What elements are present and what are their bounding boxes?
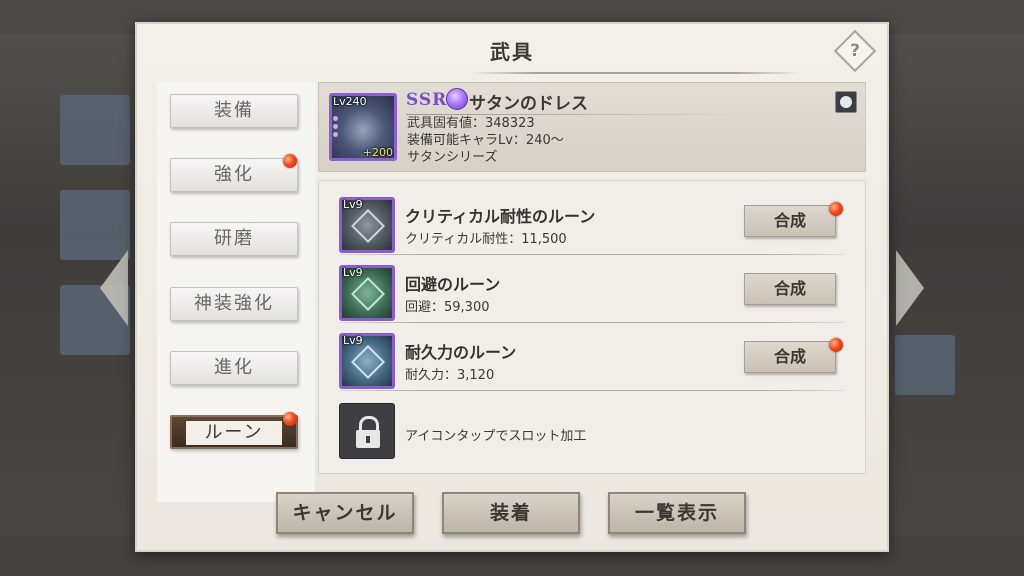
tab-polish[interactable]: 研磨 (170, 222, 298, 256)
equip-button[interactable]: 装着 (442, 492, 580, 534)
rune-icon[interactable]: Lv9 (339, 333, 395, 389)
rune-gem-icon (351, 345, 385, 379)
dialog-title: 武具 (490, 40, 534, 64)
notification-badge (829, 338, 843, 352)
title-underline (470, 72, 800, 74)
list-item: Lv9 回避のルーン 回避：59,300 合成 (319, 255, 867, 323)
element-orb-icon (446, 88, 468, 110)
row-divider (339, 390, 844, 391)
background-card (895, 335, 955, 395)
weapon-level: Lv240 (333, 95, 367, 108)
side-tab-panel: 装備 強化 研磨 神装強化 進化 ルーン (157, 82, 315, 502)
combine-button[interactable]: 合成 (744, 273, 836, 305)
tab-divine-enhance[interactable]: 神装強化 (170, 287, 298, 321)
rune-stat: 耐久力：3,120 (405, 368, 495, 383)
rarity-label: SSR (406, 90, 448, 110)
locked-slot-text: アイコンタップでスロット加工 (405, 429, 587, 444)
weapon-icon[interactable]: Lv240 +200 (329, 93, 397, 161)
slot-dots-icon (333, 116, 339, 140)
rune-list-panel: Lv9 クリティカル耐性のルーン クリティカル耐性：11,500 合成 Lv9 … (318, 180, 866, 474)
rune-level: Lv9 (343, 198, 363, 211)
notification-badge (283, 154, 297, 168)
weapon-series: サタンシリーズ (407, 150, 498, 165)
list-item: Lv9 耐久力のルーン 耐久力：3,120 合成 (319, 323, 867, 391)
weapon-name: サタンのドレス (469, 94, 588, 114)
rune-level: Lv9 (343, 334, 363, 347)
rune-name: クリティカル耐性のルーン (405, 207, 596, 226)
combine-button[interactable]: 合成 (744, 205, 836, 237)
notification-badge (829, 202, 843, 216)
question-icon: ? (850, 41, 860, 61)
rune-name: 耐久力のルーン (405, 343, 517, 362)
tab-label: 進化 (214, 357, 254, 378)
rune-gem-icon (351, 209, 385, 243)
tab-label: 神装強化 (194, 293, 274, 314)
weapon-plus: +200 (362, 146, 393, 159)
weapon-info-card: Lv240 +200 SSR サタンのドレス 武具固有値：348323 装備可能… (318, 82, 866, 172)
tab-label: 装備 (214, 100, 254, 121)
tab-rune[interactable]: ルーン (170, 415, 298, 449)
rune-icon[interactable]: Lv9 (339, 265, 395, 321)
weapon-dialog: 武具 ? 装備 強化 研磨 神装強化 進化 ルーン Lv240 +200 SSR… (135, 22, 889, 552)
tab-equipment[interactable]: 装備 (170, 94, 298, 128)
tab-label: 強化 (214, 164, 254, 185)
notification-badge (283, 412, 297, 426)
cancel-button[interactable]: キャンセル (276, 492, 414, 534)
locked-slot-icon[interactable] (339, 403, 395, 459)
background-card (60, 190, 130, 260)
tab-label: 研磨 (214, 228, 254, 249)
character-portrait-icon[interactable] (835, 91, 857, 113)
combine-button[interactable]: 合成 (744, 341, 836, 373)
tab-label: ルーン (186, 421, 282, 445)
rune-stat: クリティカル耐性：11,500 (405, 232, 567, 247)
tab-enhance[interactable]: 強化 (170, 158, 298, 192)
list-view-button[interactable]: 一覧表示 (608, 492, 746, 534)
background-card (60, 95, 130, 165)
rune-name: 回避のルーン (405, 275, 501, 294)
lock-keyhole (366, 436, 370, 443)
rune-gem-icon (351, 277, 385, 311)
weapon-unique-value: 武具固有値：348323 (407, 116, 535, 131)
tab-evolve[interactable]: 進化 (170, 351, 298, 385)
weapon-equip-level: 装備可能キャラLv：240～ (407, 133, 564, 148)
rune-stat: 回避：59,300 (405, 300, 490, 315)
rune-level: Lv9 (343, 266, 363, 279)
rune-icon[interactable]: Lv9 (339, 197, 395, 253)
list-item: Lv9 クリティカル耐性のルーン クリティカル耐性：11,500 合成 (319, 187, 867, 255)
